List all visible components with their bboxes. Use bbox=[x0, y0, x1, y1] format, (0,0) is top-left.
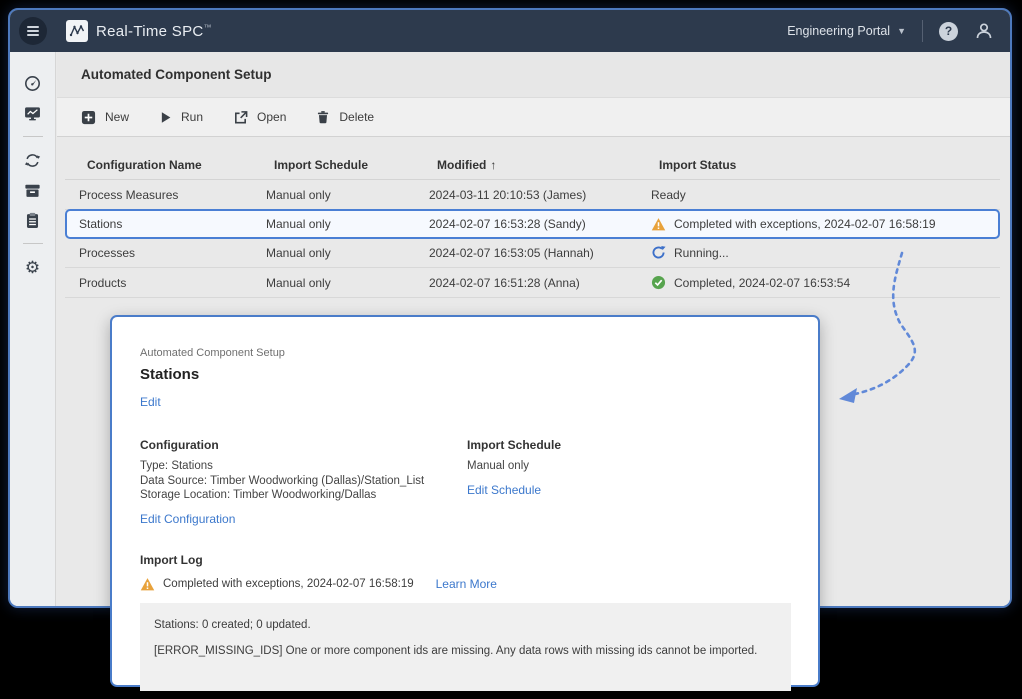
status-text: Ready bbox=[651, 188, 686, 202]
toolbar: New Run Open bbox=[57, 98, 1010, 137]
import-log-heading: Import Log bbox=[140, 553, 788, 567]
log-message-line: Stations: 0 created; 0 updated. bbox=[154, 619, 777, 631]
archive-box-icon[interactable] bbox=[24, 175, 41, 205]
portal-selector[interactable]: Engineering Portal ▼ bbox=[787, 24, 906, 38]
configuration-data-source: Data Source: Timber Woodworking (Dallas)… bbox=[140, 474, 467, 489]
breadcrumb: Automated Component Setup bbox=[140, 347, 788, 359]
warning-icon bbox=[140, 577, 155, 592]
topbar-divider bbox=[922, 20, 923, 42]
sidebar: ⚙ bbox=[10, 52, 56, 606]
status-text: Completed with exceptions, 2024-02-07 16… bbox=[674, 217, 936, 231]
settings-gear-icon[interactable]: ⚙ bbox=[25, 252, 40, 282]
import-schedule-heading: Import Schedule bbox=[467, 438, 561, 452]
configuration-type: Type: Stations bbox=[140, 459, 467, 474]
sync-icon[interactable] bbox=[24, 145, 41, 175]
table-row[interactable]: Process Measures Manual only 2024-03-11 … bbox=[65, 180, 1000, 210]
clipboard-icon[interactable] bbox=[24, 205, 41, 235]
page-header: Automated Component Setup bbox=[57, 52, 1010, 98]
delete-button[interactable]: Delete bbox=[316, 110, 374, 124]
app-title: Real-Time SPC™ bbox=[96, 23, 212, 40]
sort-ascending-icon: ↑ bbox=[490, 158, 496, 172]
edit-link[interactable]: Edit bbox=[140, 395, 161, 409]
run-button[interactable]: Run bbox=[159, 110, 203, 124]
configuration-storage-location: Storage Location: Timber Woodworking/Dal… bbox=[140, 488, 467, 503]
user-account-icon[interactable] bbox=[974, 21, 994, 41]
panel-title: Stations bbox=[140, 366, 788, 383]
warning-icon bbox=[651, 217, 666, 232]
refresh-icon bbox=[651, 245, 666, 260]
column-header-configuration-name[interactable]: Configuration Name bbox=[87, 158, 274, 172]
import-schedule-value: Manual only bbox=[467, 459, 561, 474]
column-header-modified[interactable]: Modified↑ bbox=[437, 158, 659, 172]
import-log-status: Completed with exceptions, 2024-02-07 16… bbox=[163, 578, 414, 590]
topbar: Real-Time SPC™ Engineering Portal ▼ ? bbox=[10, 10, 1010, 52]
status-text: Running... bbox=[674, 246, 729, 260]
import-log-section: Import Log Completed with exceptions, 20… bbox=[140, 553, 788, 691]
table-row-selected[interactable]: Stations Manual only 2024-02-07 16:53:28… bbox=[65, 209, 1000, 239]
learn-more-link[interactable]: Learn More bbox=[436, 577, 497, 591]
play-icon bbox=[159, 111, 172, 124]
dashboard-gauge-icon[interactable] bbox=[24, 68, 41, 98]
table-header-row: Configuration Name Import Schedule Modif… bbox=[65, 150, 1000, 180]
edit-configuration-link[interactable]: Edit Configuration bbox=[140, 512, 235, 526]
plus-icon bbox=[81, 110, 96, 125]
callout-arrow bbox=[815, 243, 945, 411]
sidebar-separator bbox=[23, 243, 43, 244]
configuration-heading: Configuration bbox=[140, 438, 467, 452]
page-title: Automated Component Setup bbox=[81, 67, 272, 82]
open-in-new-icon bbox=[233, 110, 248, 125]
detail-panel: Automated Component Setup Stations Edit … bbox=[110, 315, 820, 687]
hamburger-menu-button[interactable] bbox=[19, 17, 47, 45]
sidebar-separator bbox=[23, 136, 43, 137]
trash-icon bbox=[316, 110, 330, 124]
edit-schedule-link[interactable]: Edit Schedule bbox=[467, 483, 541, 497]
import-log-message-box: Stations: 0 created; 0 updated. [ERROR_M… bbox=[140, 603, 791, 691]
monitor-chart-icon[interactable] bbox=[24, 98, 41, 128]
help-icon[interactable]: ? bbox=[939, 22, 958, 41]
column-header-import-schedule[interactable]: Import Schedule bbox=[274, 158, 437, 172]
new-button[interactable]: New bbox=[81, 110, 129, 125]
log-error-line: [ERROR_MISSING_IDS] One or more componen… bbox=[154, 645, 777, 657]
portal-label: Engineering Portal bbox=[787, 24, 890, 38]
app-logo-icon bbox=[66, 20, 88, 42]
open-button[interactable]: Open bbox=[233, 110, 286, 125]
configuration-section: Configuration Type: Stations Data Source… bbox=[140, 438, 467, 528]
chevron-down-icon: ▼ bbox=[897, 26, 906, 36]
column-header-import-status[interactable]: Import Status bbox=[659, 158, 1000, 172]
import-schedule-section: Import Schedule Manual only Edit Schedul… bbox=[467, 438, 561, 528]
check-circle-icon bbox=[651, 275, 666, 290]
trademark: ™ bbox=[204, 23, 212, 32]
